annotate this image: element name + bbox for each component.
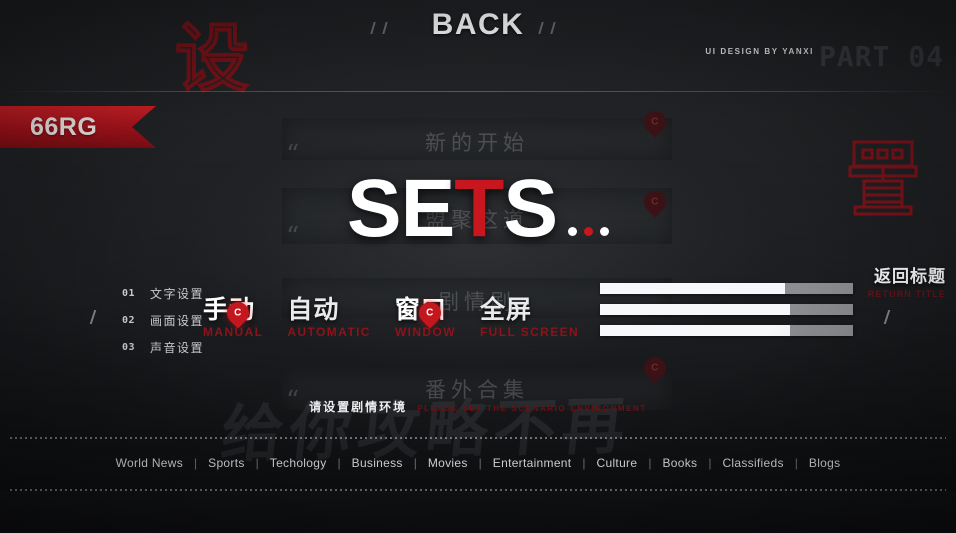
pin-marker-letter: C xyxy=(234,307,242,319)
option-label-en: MANUAL xyxy=(203,325,264,339)
designer-credit: UI DESIGN BY YANXI xyxy=(705,47,814,56)
menu-index: 03 xyxy=(122,341,136,353)
sidebar-item-sound-settings[interactable]: 03 声音设置 xyxy=(122,336,204,358)
option-full-screen[interactable]: 全屏 FULL SCREEN xyxy=(479,295,580,340)
headline-char-3-accent: T xyxy=(454,163,504,254)
pin-marker-letter: C xyxy=(651,362,659,374)
headline-char-4: S xyxy=(503,163,558,254)
sidebar-item-image-settings[interactable]: 02 画面设置 xyxy=(122,309,204,331)
nav-item-blogs[interactable]: Blogs xyxy=(798,456,852,470)
scenario-caption-en: PLEASE SET THE SCENARIO ENVIRONMENT xyxy=(417,404,647,413)
left-slash-decoration-icon xyxy=(89,310,97,324)
pin-marker-letter: C xyxy=(651,116,659,128)
right-slash-decoration-icon xyxy=(883,310,891,324)
option-label-en: FULL SCREEN xyxy=(479,325,580,339)
menu-label: 声音设置 xyxy=(150,340,205,355)
ellipsis-dot-accent xyxy=(584,227,594,236)
option-label-en: WINDOW xyxy=(394,325,456,339)
scenario-caption-cn: 请设置剧情环境 xyxy=(309,400,408,414)
return-title-label-en: RETURN TITLE xyxy=(867,289,946,299)
option-label-cn: 自动 xyxy=(287,295,340,324)
title-tick-marks-right xyxy=(538,22,556,34)
headline-char-1: S xyxy=(346,163,402,254)
dotted-divider-top xyxy=(10,437,946,439)
menu-label: 画面设置 xyxy=(150,313,205,328)
menu-index: 01 xyxy=(122,287,136,299)
sets-headline: S E T S xyxy=(0,168,956,250)
option-manual[interactable]: 手动 MANUAL C xyxy=(203,296,264,340)
version-ribbon-label: 66RG xyxy=(30,112,98,141)
footer-strip xyxy=(0,491,956,533)
nav-item-culture[interactable]: Culture xyxy=(586,456,649,470)
scenario-caption: 请设置剧情环境 PLEASE SET THE SCENARIO ENVIRONM… xyxy=(0,398,956,415)
bottom-navigation: World News | Sports | Techology | Busine… xyxy=(0,456,956,470)
option-label-cn: 全屏 xyxy=(479,295,532,324)
display-mode-options: 手动 MANUAL C 自动 AUTOMATIC 窗口 WINDOW C 全屏 … xyxy=(203,295,580,340)
quote-mark-icon: “ xyxy=(286,140,300,170)
headline-char-2: E xyxy=(400,163,456,254)
nav-item-world-news[interactable]: World News xyxy=(105,456,194,470)
header-divider xyxy=(0,91,956,92)
nav-item-business[interactable]: Business xyxy=(341,456,414,470)
text-settings-slider[interactable] xyxy=(600,283,853,294)
menu-label: 文字设置 xyxy=(150,286,205,301)
nav-item-entertainment[interactable]: Entertainment xyxy=(482,456,583,470)
page-title: BACK xyxy=(431,8,525,41)
nav-item-books[interactable]: Books xyxy=(651,456,708,470)
ellipsis-dot xyxy=(568,227,578,236)
option-label-en: AUTOMATIC xyxy=(287,325,371,339)
slider-fill xyxy=(600,283,785,294)
settings-sliders xyxy=(600,283,853,346)
nav-item-sports[interactable]: Sports xyxy=(197,456,255,470)
menu-index: 02 xyxy=(122,314,136,326)
sidebar-item-text-settings[interactable]: 01 文字设置 xyxy=(122,282,204,304)
headline-ellipsis xyxy=(568,227,610,236)
tick-mark-icon xyxy=(538,22,544,34)
pin-marker-letter: C xyxy=(426,307,434,319)
slider-fill xyxy=(600,325,790,336)
return-title-label-cn: 返回标题 xyxy=(874,267,946,287)
header-bar: 设 BACK UI DESIGN BY YANXI PART 04 xyxy=(0,0,956,97)
settings-screen: 设 BACK UI DESIGN BY YANXI PART 04 66RG 新… xyxy=(0,0,956,533)
version-ribbon: 66RG xyxy=(0,106,156,148)
option-automatic[interactable]: 自动 AUTOMATIC xyxy=(287,295,371,340)
slider-fill xyxy=(600,304,790,315)
ellipsis-dot xyxy=(600,227,610,236)
background-band: 新的开始 xyxy=(282,118,672,160)
nav-item-classifieds[interactable]: Classifieds xyxy=(711,456,794,470)
settings-category-list: 01 文字设置 02 画面设置 03 声音设置 xyxy=(122,282,204,363)
nav-item-techology[interactable]: Techology xyxy=(259,456,338,470)
nav-item-movies[interactable]: Movies xyxy=(417,456,479,470)
sound-settings-slider[interactable] xyxy=(600,325,853,336)
return-title-button[interactable]: 返回标题 RETURN TITLE xyxy=(868,262,946,299)
image-settings-slider[interactable] xyxy=(600,304,853,315)
option-window[interactable]: 窗口 WINDOW C xyxy=(394,296,456,340)
part-label: PART 04 xyxy=(818,40,944,73)
band-caption: 新的开始 xyxy=(425,131,529,155)
